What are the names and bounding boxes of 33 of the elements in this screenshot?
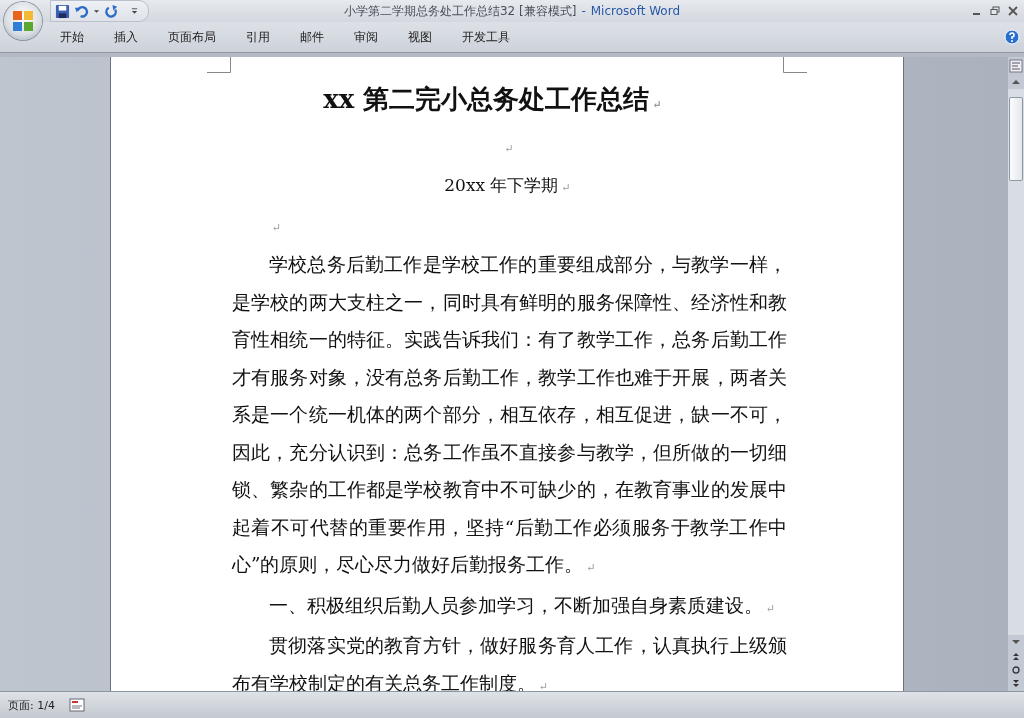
help-icon[interactable] bbox=[1004, 29, 1020, 45]
title-separator: - bbox=[581, 4, 586, 18]
ruler-toggle-icon[interactable] bbox=[1009, 59, 1023, 73]
ribbon-tab[interactable]: 页面布局 bbox=[168, 28, 216, 46]
office-logo-icon bbox=[11, 9, 35, 33]
ribbon-tab[interactable]: 视图 bbox=[408, 28, 432, 46]
page-count[interactable]: 页面: 1/4 bbox=[8, 697, 55, 713]
document-subtitle: 20xx 年下学期 ↵ bbox=[444, 175, 571, 195]
paragraph: 一、积极组织后勤人员参加学习，不断加强自身素质建设。 ↵ bbox=[269, 594, 776, 616]
scroll-thumb[interactable] bbox=[1009, 97, 1023, 181]
corner-mark-icon bbox=[207, 57, 231, 73]
paragraph-mark: ↵ bbox=[271, 220, 282, 235]
redo-icon[interactable] bbox=[104, 3, 119, 19]
save-icon[interactable] bbox=[55, 3, 70, 19]
ribbon-tab[interactable]: 审阅 bbox=[354, 28, 378, 46]
ribbon-tab[interactable]: 邮件 bbox=[300, 28, 324, 46]
office-button[interactable] bbox=[4, 2, 42, 40]
dropdown-caret-icon[interactable] bbox=[93, 7, 100, 15]
paragraph: 学校总务后勤工作是学校工作的重要组成部分，与教学一样，是学校的两大支柱之一，同时具有鲜明的服务保障性、经济性和教育性相统一的特征。实践告诉我们：有了教学工作，总务后勤工作才有服务对象，没有总务后勤工作，教学工作也难于开展，两者关系是一个统一机体的两个部分，相互依存，相互促进，缺一不可，因此，充分认识到：总务工作虽不直接参与教学，但所做的一切细锁、繁杂的工作都是学校教育中不可缺少的，在教育事业的发展中起着不可代替的重要作用，坚持“后勤工作必须服务于教学工作中心”的原则，尽心尽力做好后勤报务工作。 ↵ bbox=[232, 254, 787, 575]
ribbon-tab[interactable]: 插入 bbox=[114, 28, 138, 46]
ribbon-tab[interactable]: 开发工具 bbox=[462, 28, 510, 46]
proofing-icon[interactable] bbox=[68, 698, 85, 712]
close-icon[interactable] bbox=[1008, 6, 1018, 16]
document-title: xx 第二完小总务处工作总结↵ bbox=[323, 84, 662, 114]
customize-caret-icon[interactable] bbox=[131, 6, 138, 16]
ribbon-tab[interactable]: 引用 bbox=[246, 28, 270, 46]
restore-icon[interactable] bbox=[990, 6, 1000, 16]
corner-mark-icon bbox=[783, 57, 807, 73]
paragraph-mark: ↵ bbox=[503, 141, 514, 156]
undo-icon[interactable] bbox=[74, 3, 89, 19]
ribbon-tab[interactable]: 开始 bbox=[60, 28, 84, 46]
app-name: Microsoft Word bbox=[590, 4, 681, 18]
window-title: 小学第二学期总务处工作总结32 [兼容模式] bbox=[343, 4, 577, 18]
